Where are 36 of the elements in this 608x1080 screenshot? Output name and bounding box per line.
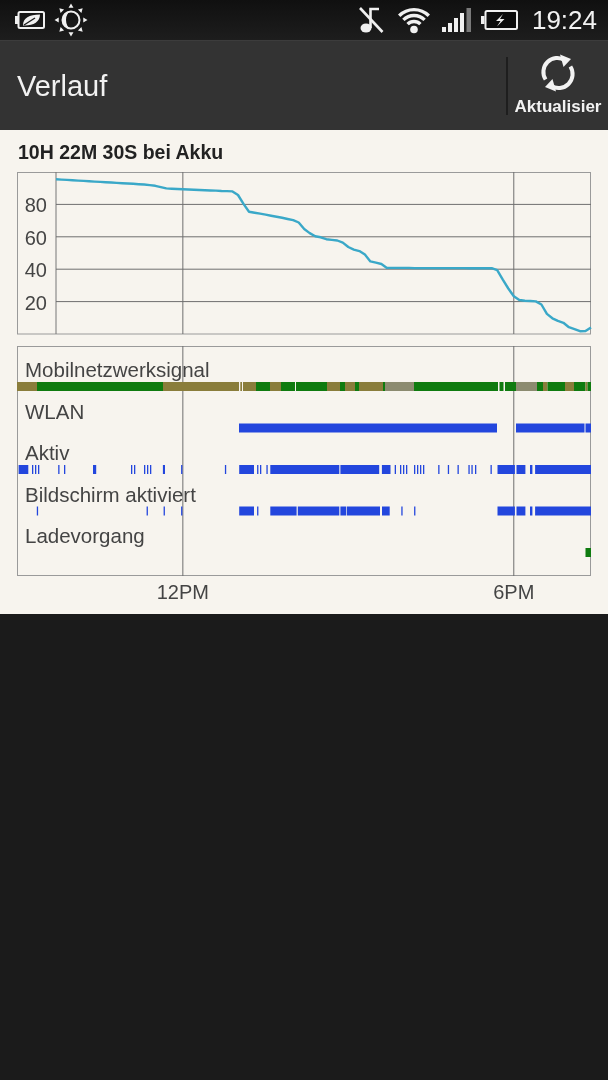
status-time: 19:24 <box>531 5 597 35</box>
timeline-row-label: Aktiv <box>25 441 70 464</box>
refresh-button[interactable]: Aktualisier <box>508 41 608 130</box>
y-axis-label: 20 <box>24 291 47 314</box>
awake-bar <box>93 465 97 474</box>
screen-on-bar <box>530 506 533 516</box>
y-axis-label: 60 <box>24 226 47 249</box>
awake-bar <box>535 465 591 474</box>
muted-note-icon <box>357 6 384 34</box>
awake-bar <box>530 465 533 474</box>
battery-leaf-icon <box>15 11 45 29</box>
awake-bar <box>447 465 450 474</box>
refresh-icon <box>538 54 578 92</box>
screen-title: Verlauf <box>17 70 108 103</box>
awake-bar <box>18 465 29 474</box>
awake-bar <box>224 465 227 474</box>
wifi-icon <box>396 6 431 34</box>
time-axis-label: 6PM <box>493 581 535 603</box>
battery-time-summary: 10H 22M 30S bei Akku <box>17 140 225 164</box>
timeline-row-label: Bildschirm aktiviert <box>25 482 196 506</box>
signal-icon <box>441 8 471 32</box>
timeline-row-label: Mobilnetzwerksignal <box>25 358 210 381</box>
screen-on-bar <box>382 506 390 516</box>
y-axis-label: 40 <box>24 259 47 282</box>
charging-bar <box>585 548 591 557</box>
screen-on-bar <box>36 506 39 516</box>
awake-bar <box>239 465 254 474</box>
screen-on-bar <box>239 506 254 516</box>
timeline-row-label: WLAN <box>25 399 85 423</box>
time-axis-label: 12PM <box>156 581 209 603</box>
y-axis-label: 80 <box>24 194 47 217</box>
timeline-row-label: Ladevorgang <box>25 524 145 547</box>
awake-bar <box>162 465 165 474</box>
screen-on-bar <box>535 506 591 516</box>
brightness-icon <box>54 3 88 37</box>
battery-charging-icon <box>480 10 518 30</box>
